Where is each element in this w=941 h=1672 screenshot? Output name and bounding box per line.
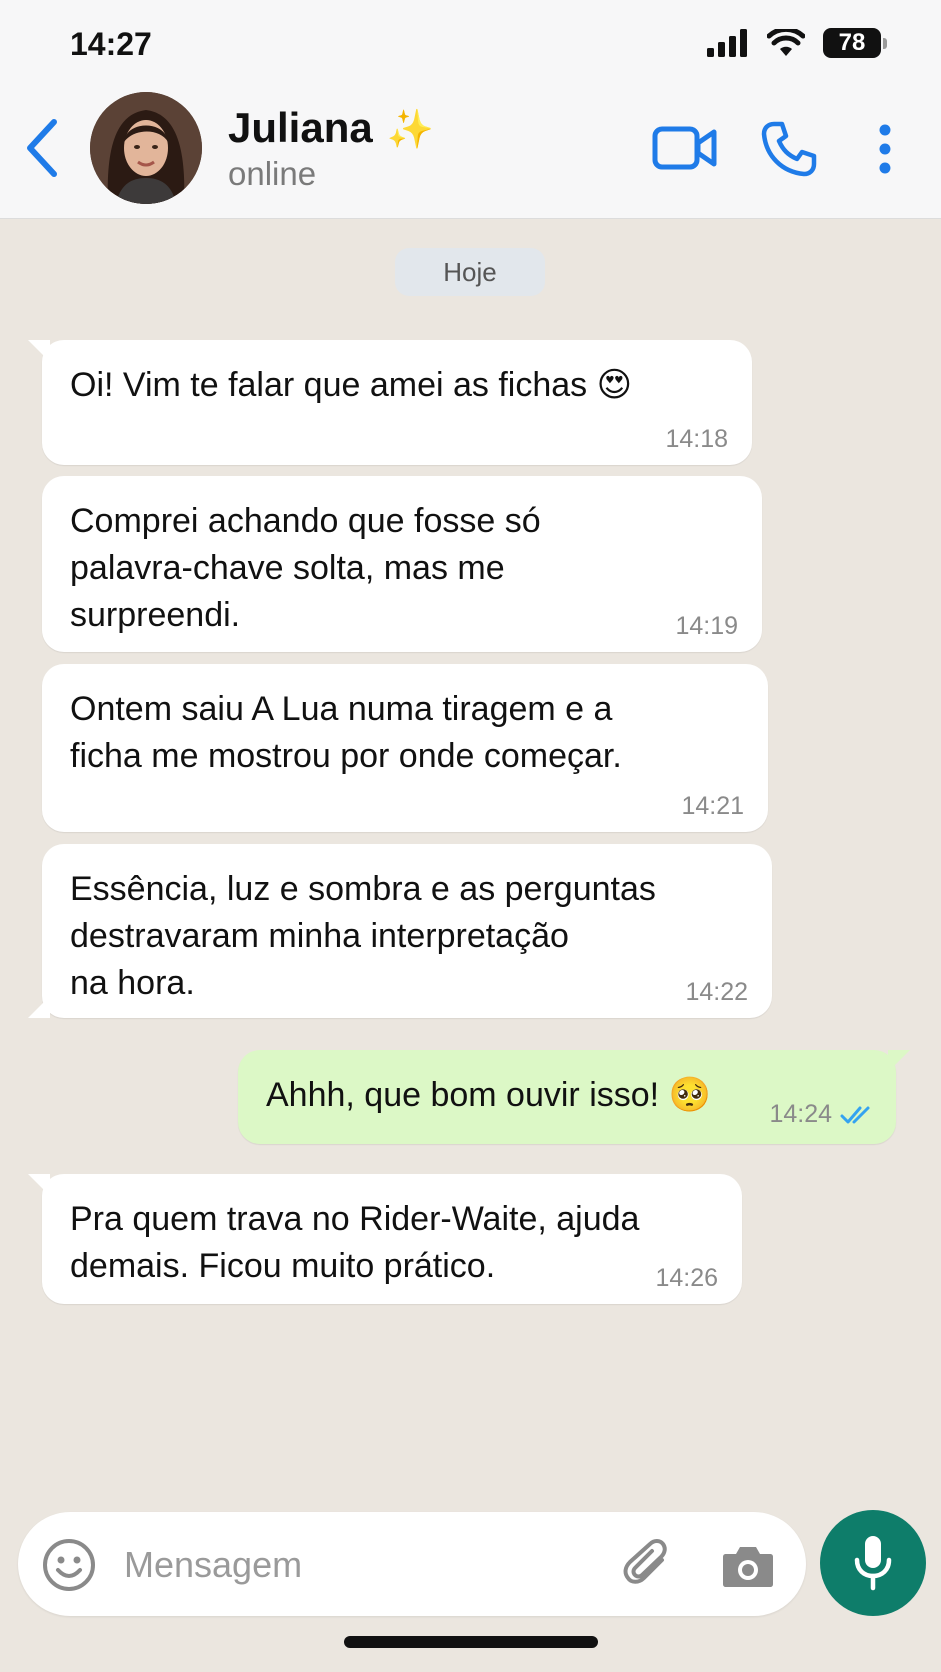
incoming-message[interactable]: Pra quem trava no Rider-Waite, ajuda dem… xyxy=(28,1174,742,1304)
voice-message-button[interactable] xyxy=(820,1510,926,1616)
paperclip-icon[interactable] xyxy=(622,1538,672,1592)
chat-header: 14:27 78 Juliana ✨ online xyxy=(0,0,941,219)
signal-icon xyxy=(707,29,747,57)
back-chevron-icon[interactable] xyxy=(22,118,62,178)
status-icons: 78 xyxy=(707,28,887,58)
outgoing-message[interactable]: Ahhh, que bom ouvir isso! 🥺 14:24 xyxy=(238,1050,910,1144)
message-line: palavra-chave solta, mas me xyxy=(70,549,505,587)
contact-name-text: Juliana xyxy=(228,104,373,151)
incoming-message[interactable]: Essência, luz e sombra e as perguntas de… xyxy=(28,844,772,1018)
message-input[interactable] xyxy=(122,1536,606,1594)
incoming-message[interactable]: Ontem saiu A Lua numa tiragem e a ficha … xyxy=(42,664,768,832)
message-time: 14:22 xyxy=(685,978,748,1006)
date-separator: Hoje xyxy=(395,248,545,296)
incoming-message[interactable]: Comprei achando que fosse só palavra-cha… xyxy=(42,476,762,652)
contact-avatar[interactable] xyxy=(90,92,202,204)
message-text: Oi! Vim te falar que amei as fichas 😍 xyxy=(70,366,633,404)
message-line: ficha me mostrou por onde começar. xyxy=(70,737,622,775)
message-time-text: 14:24 xyxy=(769,1100,832,1128)
smiley-icon[interactable] xyxy=(42,1538,96,1592)
video-call-icon[interactable] xyxy=(652,124,718,172)
read-receipt-icon xyxy=(840,1106,870,1124)
message-time: 14:24 xyxy=(769,1100,876,1128)
phone-call-icon[interactable] xyxy=(760,120,818,178)
contact-name[interactable]: Juliana ✨ xyxy=(228,104,434,152)
wifi-icon xyxy=(767,29,805,56)
incoming-message[interactable]: Oi! Vim te falar que amei as fichas 😍 14… xyxy=(28,340,752,465)
avatar-photo xyxy=(90,92,202,204)
message-composer xyxy=(18,1512,806,1616)
message-line: surpreendi. xyxy=(70,596,241,634)
message-line: na hora. xyxy=(70,964,195,1002)
message-line: demais. Ficou muito prático. xyxy=(70,1247,496,1285)
message-time: 14:21 xyxy=(681,792,744,820)
message-line: Essência, luz e sombra e as perguntas xyxy=(70,870,656,908)
contact-status: online xyxy=(228,155,317,192)
battery-indicator: 78 xyxy=(823,28,887,58)
message-line: Pra quem trava no Rider-Waite, ajuda xyxy=(70,1200,640,1238)
status-time: 14:27 xyxy=(70,26,152,62)
home-indicator xyxy=(344,1636,598,1648)
message-line: Ontem saiu A Lua numa tiragem e a xyxy=(70,690,613,728)
microphone-icon xyxy=(854,1536,892,1591)
sparkle-icon: ✨ xyxy=(386,109,435,151)
message-time: 14:19 xyxy=(675,612,738,640)
message-line: destravaram minha interpretação xyxy=(70,917,569,955)
camera-icon[interactable] xyxy=(722,1542,774,1588)
message-time: 14:26 xyxy=(655,1264,718,1292)
message-time: 14:18 xyxy=(665,425,728,453)
more-options-icon[interactable] xyxy=(878,124,892,174)
message-line: Comprei achando que fosse só xyxy=(70,502,541,540)
